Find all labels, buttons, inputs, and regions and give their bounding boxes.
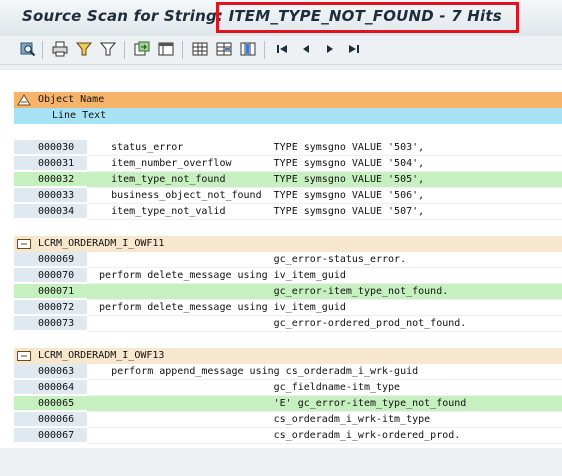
line-number: 000070 xyxy=(14,268,87,283)
header-object-name[interactable]: Object Name xyxy=(14,92,562,108)
toolbar-separator xyxy=(42,41,43,59)
object-name: LCRM_ORDERADM_I_OWF13 xyxy=(38,350,165,361)
title-prefix: Source Scan for String: xyxy=(22,7,229,25)
list-item[interactable]: 000070 perform delete_message using iv_i… xyxy=(14,268,562,284)
object-group-row[interactable]: LCRM_ORDERADM_I_OWF13 xyxy=(14,348,562,364)
folder-icon[interactable] xyxy=(17,239,31,249)
line-number: 000031 xyxy=(14,156,87,171)
list-item[interactable]: 000069 gc_error-status_error. xyxy=(14,252,562,268)
results-list: Object Name Line Text 000030 status_erro… xyxy=(0,70,562,448)
line-text: gc_error-ordered_prod_not_found. xyxy=(87,316,562,332)
line-text: item_type_not_valid TYPE symsgno VALUE '… xyxy=(87,204,562,220)
next-page-icon[interactable] xyxy=(322,41,338,57)
line-text: 'E' gc_error-item_type_not_found xyxy=(87,396,562,412)
line-number: 000072 xyxy=(14,300,87,315)
header-line-text[interactable]: Line Text xyxy=(14,108,562,124)
last-page-icon[interactable] xyxy=(346,41,362,57)
line-text: gc_fieldname-itm_type xyxy=(87,380,562,396)
filter-icon[interactable] xyxy=(76,41,92,57)
line-number: 000064 xyxy=(14,380,87,395)
toolbar-separator xyxy=(124,41,125,59)
list-item[interactable]: 000066 cs_orderadm_i_wrk-itm_type xyxy=(14,412,562,428)
list-item[interactable]: 000067 cs_orderadm_i_wrk-ordered_prod. xyxy=(14,428,562,444)
object-group-row[interactable]: LCRM_ORDERADM_I_OWF11 xyxy=(14,236,562,252)
first-page-icon[interactable] xyxy=(274,41,290,57)
column-line-text: Line Text xyxy=(52,110,107,121)
list-item[interactable]: 000073 gc_error-ordered_prod_not_found. xyxy=(14,316,562,332)
line-number: 000071 xyxy=(14,284,87,299)
print-icon[interactable] xyxy=(52,41,68,57)
toolbar-separator xyxy=(182,41,183,59)
grid-icon[interactable] xyxy=(192,41,208,57)
sum-icon[interactable] xyxy=(216,41,232,57)
export-icon[interactable] xyxy=(134,41,150,57)
line-text: item_type_not_found TYPE symsgno VALUE '… xyxy=(87,172,562,188)
column-object-name: Object Name xyxy=(38,94,105,105)
object-name: LCRM_ORDERADM_I_OWF11 xyxy=(38,238,165,249)
layout-icon[interactable] xyxy=(158,41,174,57)
previous-page-icon[interactable] xyxy=(298,41,314,57)
list-item[interactable]: 000072 perform delete_message using iv_i… xyxy=(14,300,562,316)
line-number: 000066 xyxy=(14,412,87,427)
list-item-hit[interactable]: 000032 item_type_not_found TYPE symsgno … xyxy=(14,172,562,188)
line-text: cs_orderadm_i_wrk-itm_type xyxy=(87,412,562,428)
line-number: 000065 xyxy=(14,396,87,411)
line-text: business_object_not_found TYPE symsgno V… xyxy=(87,188,562,204)
toolbar-separator xyxy=(264,41,265,59)
toolbar xyxy=(0,36,562,65)
list-item[interactable]: 000063 perform append_message using cs_o… xyxy=(14,364,562,380)
line-number: 000069 xyxy=(14,252,87,267)
filter-set-icon[interactable] xyxy=(100,41,116,57)
line-number: 000033 xyxy=(14,188,87,203)
columns-icon[interactable] xyxy=(240,41,256,57)
line-number: 000073 xyxy=(14,316,87,331)
list-item[interactable]: 000064 gc_fieldname-itm_type xyxy=(14,380,562,396)
list-item[interactable]: 000031 item_number_overflow TYPE symsgno… xyxy=(14,156,562,172)
line-text: cs_orderadm_i_wrk-ordered_prod. xyxy=(87,428,562,444)
line-text: status_error TYPE symsgno VALUE '503', xyxy=(87,140,562,156)
line-number: 000032 xyxy=(14,172,87,187)
line-text: item_number_overflow TYPE symsgno VALUE … xyxy=(87,156,562,172)
line-text: perform delete_message using iv_item_gui… xyxy=(87,268,562,284)
line-text: gc_error-item_type_not_found. xyxy=(87,284,562,300)
line-text: perform delete_message using iv_item_gui… xyxy=(87,300,562,316)
line-number: 000034 xyxy=(14,204,87,219)
list-item[interactable]: 000030 status_error TYPE symsgno VALUE '… xyxy=(14,140,562,156)
list-item-hit[interactable]: 000071 gc_error-item_type_not_found. xyxy=(14,284,562,300)
line-number: 000030 xyxy=(14,140,87,155)
folder-icon[interactable] xyxy=(17,351,31,361)
find-icon[interactable] xyxy=(20,41,36,57)
list-item[interactable]: 000033 business_object_not_found TYPE sy… xyxy=(14,188,562,204)
line-text: gc_error-status_error. xyxy=(87,252,562,268)
list-item-hit[interactable]: 000065 'E' gc_error-item_type_not_found xyxy=(14,396,562,412)
line-number: 000067 xyxy=(14,428,87,443)
line-number: 000063 xyxy=(14,364,87,379)
title-highlight-box xyxy=(216,2,519,33)
line-text: perform append_message using cs_orderadm… xyxy=(87,364,562,380)
list-item[interactable]: 000034 item_type_not_valid TYPE symsgno … xyxy=(14,204,562,220)
expand-collapse-icon[interactable] xyxy=(17,94,31,106)
title-bar: Source Scan for String: ITEM_TYPE_NOT_FO… xyxy=(0,0,562,37)
